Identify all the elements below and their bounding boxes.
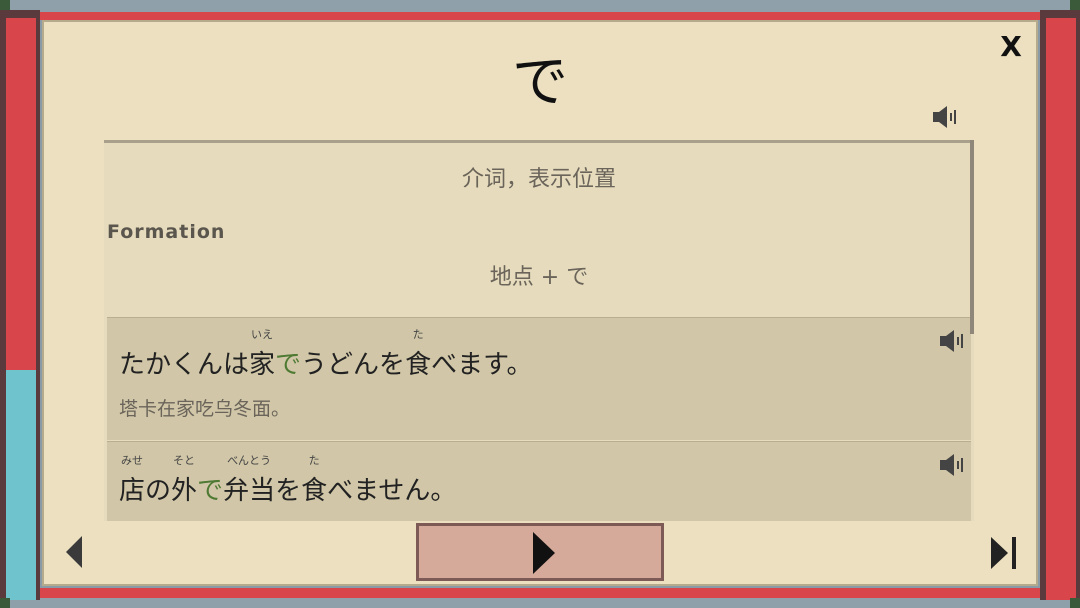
- play-button[interactable]: [416, 523, 664, 581]
- right-rail-red: [1046, 18, 1076, 600]
- furigana: た: [308, 454, 320, 467]
- card-scrollbar[interactable]: [970, 140, 974, 334]
- text-segment: たかくんは: [119, 350, 250, 380]
- furigana: べんとう: [227, 454, 272, 467]
- ruby-word: 家いえ: [249, 328, 276, 381]
- left-progress-rail: [0, 10, 40, 600]
- example-japanese: たかくんは家 いえ でうどんを食たべます。: [119, 328, 533, 381]
- right-rail: [1040, 10, 1080, 600]
- furigana: た: [412, 328, 424, 341]
- grammar-meaning: 介词，表示位置: [461, 167, 616, 192]
- text-segment: を: [275, 476, 302, 506]
- play-icon: [533, 532, 555, 574]
- example-translation: 塔卡在家吃乌冬面。: [119, 398, 291, 420]
- title-speaker-icon[interactable]: [930, 102, 960, 132]
- ruby-word: 店みせ: [119, 454, 146, 507]
- text-segment: の: [145, 476, 172, 506]
- left-rail-progress: [6, 370, 36, 600]
- skip-end-icon[interactable]: [988, 534, 1020, 572]
- furigana: みせ: [121, 454, 143, 467]
- formation-pattern: 地点 + で: [489, 265, 589, 290]
- text-segment: うどんを: [301, 350, 406, 380]
- text-segment: べます。: [431, 350, 533, 380]
- ruby-word: 外そと: [171, 454, 198, 507]
- left-rail-red: [6, 18, 36, 370]
- ruby-word: 食た: [301, 454, 328, 507]
- example-1-speaker-icon[interactable]: [937, 326, 967, 356]
- ruby-word: 弁当 べんとう: [223, 454, 276, 507]
- example-sentence-2[interactable]: 店 みせ の外 そと で弁当 べんとう を食たべません。: [107, 441, 971, 521]
- chevron-left-icon[interactable]: [62, 534, 86, 570]
- example-2-speaker-icon[interactable]: [937, 450, 967, 480]
- grammar-card[interactable]: 介词，表示位置 Formation 地点 + で たかくんは家 いえ でうどんを食た…: [104, 140, 974, 521]
- corner-decoration: [0, 598, 10, 608]
- frame-bottom-strip: [0, 598, 1080, 608]
- example-sentence-1[interactable]: たかくんは家 いえ でうどんを食たべます。 塔卡在家吃乌冬面。: [107, 317, 971, 440]
- corner-decoration: [1070, 598, 1080, 608]
- kanji: 弁当: [223, 476, 276, 506]
- furigana: そと: [173, 454, 196, 467]
- kanji: 外: [171, 476, 198, 506]
- formation-label: Formation: [107, 221, 226, 243]
- corner-decoration: [0, 0, 10, 10]
- grammar-title: で: [512, 50, 568, 115]
- furigana: いえ: [251, 328, 274, 341]
- highlighted-particle: で: [197, 476, 224, 506]
- kanji: 家: [249, 350, 276, 380]
- kanji: 食: [301, 476, 328, 506]
- text-segment: べません。: [327, 476, 457, 506]
- example-japanese: 店 みせ の外 そと で弁当 べんとう を食たべません。: [119, 454, 457, 507]
- kanji: 食: [405, 350, 432, 380]
- frame-top-strip: [0, 0, 1080, 12]
- highlighted-particle: で: [275, 350, 302, 380]
- ruby-word: 食た: [405, 328, 432, 381]
- corner-decoration: [1070, 0, 1080, 10]
- kanji: 店: [119, 476, 146, 506]
- close-button[interactable]: X: [996, 30, 1026, 64]
